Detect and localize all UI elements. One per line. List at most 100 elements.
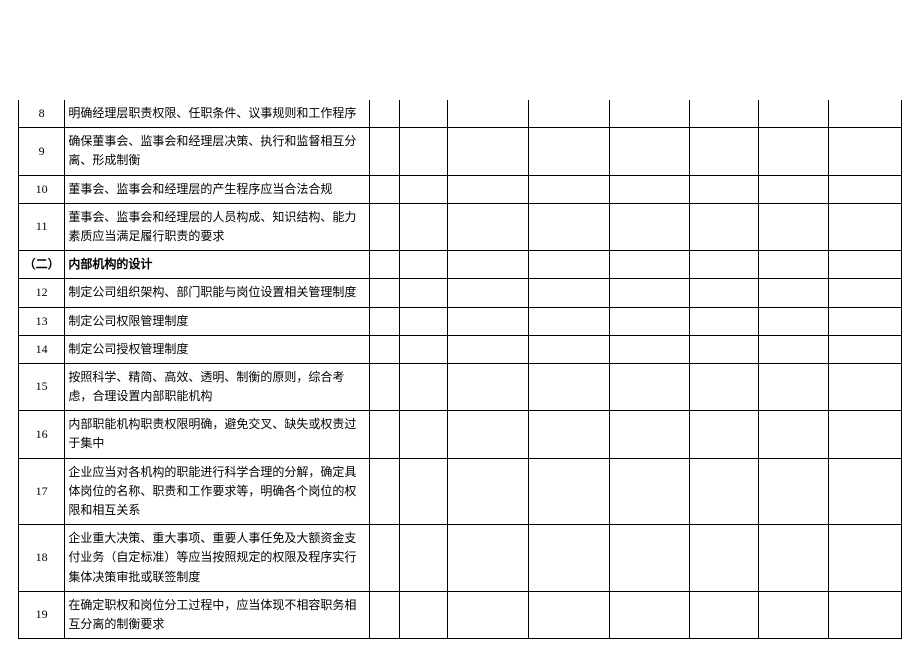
row-description: 内部职能机构职责权限明确，避免交叉、缺失或权责过于集中 <box>65 411 369 458</box>
blank-cell <box>529 279 610 307</box>
blank-cell <box>758 175 829 203</box>
blank-cell <box>448 411 529 458</box>
row-number: 15 <box>19 363 65 410</box>
row-number: 12 <box>19 279 65 307</box>
blank-cell <box>690 458 759 525</box>
blank-cell <box>529 128 610 175</box>
blank-cell <box>369 411 399 458</box>
blank-cell <box>690 363 759 410</box>
blank-cell <box>829 128 902 175</box>
blank-cell <box>609 591 690 638</box>
blank-cell <box>829 307 902 335</box>
blank-cell <box>829 251 902 279</box>
blank-cell <box>758 591 829 638</box>
table-row: 8明确经理层职责权限、任职条件、议事规则和工作程序 <box>19 100 902 128</box>
row-description: 在确定职权和岗位分工过程中，应当体现不相容职务相互分离的制衡要求 <box>65 591 369 638</box>
blank-cell <box>448 458 529 525</box>
row-number: 13 <box>19 307 65 335</box>
blank-cell <box>609 411 690 458</box>
blank-cell <box>529 251 610 279</box>
blank-cell <box>400 591 448 638</box>
row-description: 董事会、监事会和经理层的人员构成、知识结构、能力素质应当满足履行职责的要求 <box>65 203 369 250</box>
blank-cell <box>609 458 690 525</box>
blank-cell <box>690 128 759 175</box>
table-row: 16内部职能机构职责权限明确，避免交叉、缺失或权责过于集中 <box>19 411 902 458</box>
blank-cell <box>829 525 902 592</box>
blank-cell <box>758 279 829 307</box>
row-number: 14 <box>19 335 65 363</box>
row-number: 10 <box>19 175 65 203</box>
table-row: 9确保董事会、监事会和经理层决策、执行和监督相互分离、形成制衡 <box>19 128 902 175</box>
blank-cell <box>448 203 529 250</box>
blank-cell <box>758 458 829 525</box>
blank-cell <box>829 279 902 307</box>
blank-cell <box>400 335 448 363</box>
table-row: 13制定公司权限管理制度 <box>19 307 902 335</box>
blank-cell <box>690 203 759 250</box>
blank-cell <box>829 411 902 458</box>
row-number: 18 <box>19 525 65 592</box>
blank-cell <box>758 251 829 279</box>
blank-cell <box>448 279 529 307</box>
blank-cell <box>369 251 399 279</box>
blank-cell <box>369 525 399 592</box>
blank-cell <box>369 100 399 128</box>
blank-cell <box>609 251 690 279</box>
blank-cell <box>369 175 399 203</box>
row-number: 19 <box>19 591 65 638</box>
row-description: 董事会、监事会和经理层的产生程序应当合法合规 <box>65 175 369 203</box>
blank-cell <box>529 411 610 458</box>
row-number: 17 <box>19 458 65 525</box>
blank-cell <box>609 335 690 363</box>
row-description: 内部机构的设计 <box>65 251 369 279</box>
table-row: 18企业重大决策、重大事项、重要人事任免及大额资金支付业务（自定标准）等应当按照… <box>19 525 902 592</box>
blank-cell <box>758 411 829 458</box>
blank-cell <box>609 203 690 250</box>
blank-cell <box>369 458 399 525</box>
blank-cell <box>448 591 529 638</box>
blank-cell <box>758 525 829 592</box>
blank-cell <box>529 525 610 592</box>
blank-cell <box>758 100 829 128</box>
table-row: （二）内部机构的设计 <box>19 251 902 279</box>
blank-cell <box>690 307 759 335</box>
blank-cell <box>829 335 902 363</box>
blank-cell <box>690 335 759 363</box>
blank-cell <box>529 100 610 128</box>
table-container: 8明确经理层职责权限、任职条件、议事规则和工作程序9确保董事会、监事会和经理层决… <box>0 100 920 639</box>
blank-cell <box>529 363 610 410</box>
blank-cell <box>529 458 610 525</box>
blank-cell <box>829 203 902 250</box>
assessment-table: 8明确经理层职责权限、任职条件、议事规则和工作程序9确保董事会、监事会和经理层决… <box>18 100 902 639</box>
blank-cell <box>448 363 529 410</box>
blank-cell <box>400 525 448 592</box>
table-row: 14制定公司授权管理制度 <box>19 335 902 363</box>
blank-cell <box>369 128 399 175</box>
row-description: 按照科学、精简、高效、透明、制衡的原则，综合考虑，合理设置内部职能机构 <box>65 363 369 410</box>
blank-cell <box>690 411 759 458</box>
blank-cell <box>758 363 829 410</box>
blank-cell <box>400 411 448 458</box>
blank-cell <box>529 591 610 638</box>
blank-cell <box>609 100 690 128</box>
blank-cell <box>609 525 690 592</box>
blank-cell <box>448 251 529 279</box>
row-description: 制定公司授权管理制度 <box>65 335 369 363</box>
blank-cell <box>400 363 448 410</box>
row-description: 企业重大决策、重大事项、重要人事任免及大额资金支付业务（自定标准）等应当按照规定… <box>65 525 369 592</box>
blank-cell <box>400 203 448 250</box>
blank-cell <box>609 363 690 410</box>
blank-cell <box>690 279 759 307</box>
blank-cell <box>448 335 529 363</box>
blank-cell <box>400 458 448 525</box>
blank-cell <box>690 525 759 592</box>
row-number: 16 <box>19 411 65 458</box>
blank-cell <box>400 307 448 335</box>
blank-cell <box>758 335 829 363</box>
table-row: 11董事会、监事会和经理层的人员构成、知识结构、能力素质应当满足履行职责的要求 <box>19 203 902 250</box>
blank-cell <box>369 203 399 250</box>
blank-cell <box>829 175 902 203</box>
blank-cell <box>400 175 448 203</box>
blank-cell <box>400 251 448 279</box>
table-row: 12制定公司组织架构、部门职能与岗位设置相关管理制度 <box>19 279 902 307</box>
